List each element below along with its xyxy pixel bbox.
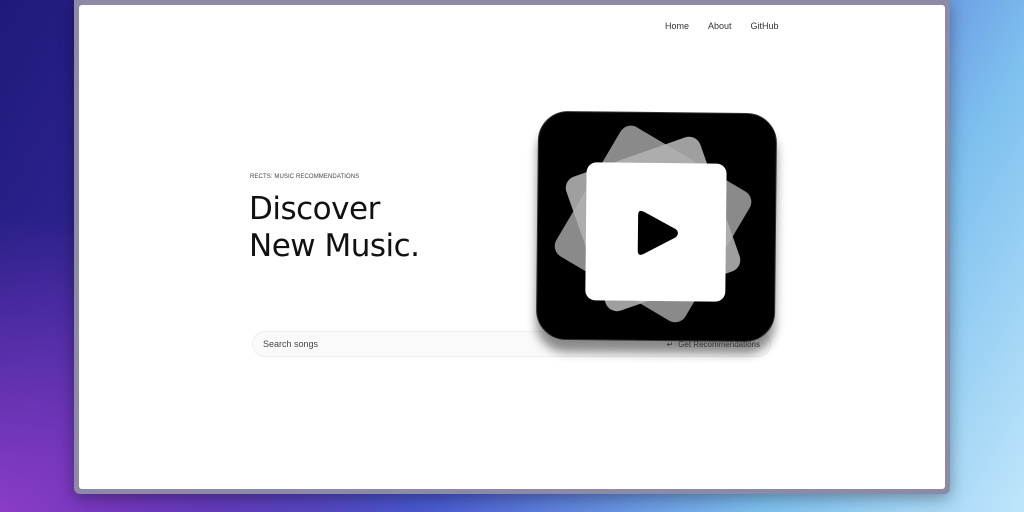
app-logo <box>535 110 778 343</box>
button-label: Get Recommendations <box>678 339 760 349</box>
search-input[interactable] <box>263 339 667 349</box>
nav-about[interactable]: About <box>708 21 732 31</box>
nav-home[interactable]: Home <box>665 21 689 31</box>
play-icon <box>637 210 678 255</box>
nav-github[interactable]: GitHub <box>751 21 779 31</box>
page: Home About GitHub RECTS: MUSIC RECOMMEND… <box>79 5 945 489</box>
title-line-1: Discover <box>249 191 380 227</box>
eyebrow-text: RECTS: MUSIC RECOMMENDATIONS <box>250 174 360 180</box>
top-nav: Home About GitHub <box>665 21 779 31</box>
return-icon: ↵ <box>666 339 674 349</box>
get-recommendations-button[interactable]: ↵ Get Recommendations <box>666 340 760 349</box>
page-title: Discover New Music. <box>249 191 420 265</box>
title-line-2: New Music. <box>249 228 420 264</box>
